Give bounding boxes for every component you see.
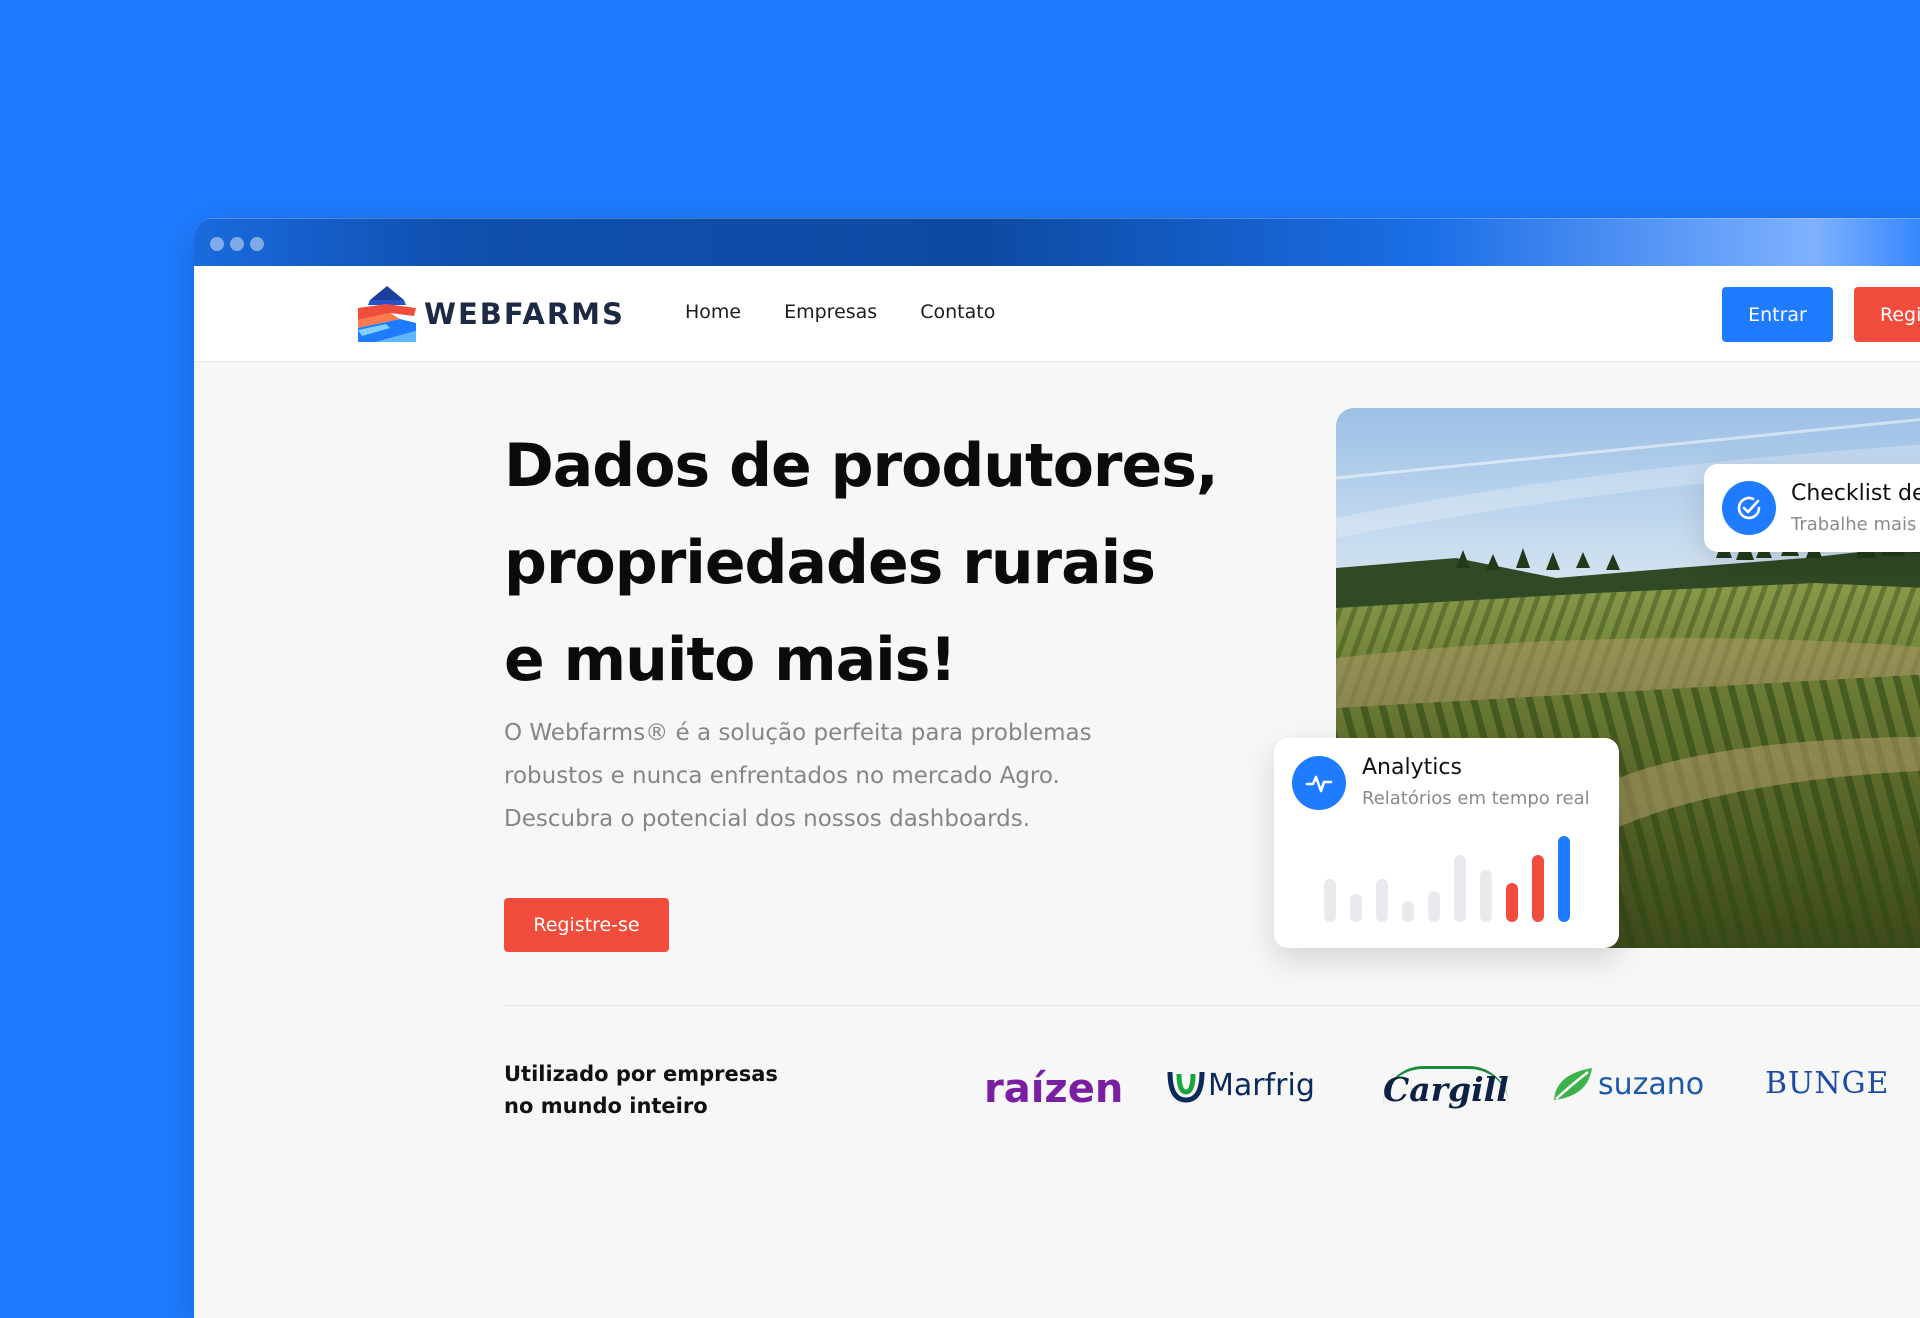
brand-bunge-logo: BUNGE (1765, 1066, 1889, 1101)
register-button[interactable]: Regi (1854, 287, 1920, 342)
hero-title-line: propriedades rurais (504, 528, 1156, 598)
analytics-bar-chart (1324, 836, 1570, 922)
analytics-bar (1480, 870, 1492, 922)
nav-link-home[interactable]: Home (685, 301, 741, 323)
hero-description-line: Descubra o potencial dos nossos dashboar… (504, 806, 1031, 832)
analytics-bar (1324, 879, 1336, 922)
nav-link-contato[interactable]: Contato (920, 301, 995, 323)
check-circle-icon (1722, 481, 1776, 535)
suzano-leaf-icon (1554, 1068, 1592, 1100)
section-divider (504, 1005, 1920, 1006)
brand-marfrig-text: Marfrig (1208, 1067, 1315, 1103)
logo[interactable]: WEBFARMS (356, 286, 625, 342)
brand-bunge-text: BUNGE (1765, 1066, 1890, 1101)
window-controls (210, 237, 264, 251)
nav-links: Home Empresas Contato (685, 301, 995, 323)
analytics-bar (1350, 894, 1362, 922)
window-dot-icon[interactable] (250, 237, 264, 251)
hero-title-line: Dados de produtores, (504, 431, 1219, 501)
brand-raizen-text: raízen (984, 1066, 1124, 1112)
hero-title: Dados de produtores, propriedades rurais… (504, 418, 1304, 709)
checklist-card-subtitle: Trabalhe mais (1791, 514, 1917, 535)
hero-description-line: O Webfarms® é a solução perfeita para pr… (504, 720, 1092, 746)
analytics-bar (1532, 855, 1544, 922)
activity-icon (1292, 756, 1346, 810)
checklist-card: Checklist de Trabalhe mais (1704, 464, 1920, 552)
hero-register-button[interactable]: Registre-se (504, 898, 669, 952)
companies-label-line: no mundo inteiro (504, 1094, 708, 1118)
brand-cargill-logo: Cargill (1383, 1066, 1509, 1109)
login-button[interactable]: Entrar (1722, 287, 1833, 342)
logo-text: WEBFARMS (424, 297, 625, 331)
analytics-bar (1402, 901, 1414, 922)
brand-suzano-logo: suzano (1552, 1066, 1704, 1102)
companies-label-line: Utilizado por empresas (504, 1062, 778, 1086)
navbar: WEBFARMS Home Empresas Contato Entrar Re… (194, 266, 1920, 362)
brand-cargill-text: Cargill (1383, 1066, 1509, 1109)
analytics-card-subtitle: Relatórios em tempo real (1362, 788, 1590, 809)
analytics-bar (1454, 855, 1466, 922)
analytics-bar (1428, 891, 1440, 922)
checklist-card-title: Checklist de (1791, 481, 1920, 506)
browser-window: WEBFARMS Home Empresas Contato Entrar Re… (194, 218, 1920, 1318)
nav-link-empresas[interactable]: Empresas (784, 301, 877, 323)
marfrig-mark-icon (1167, 1071, 1205, 1103)
analytics-bar (1376, 879, 1388, 922)
analytics-bar (1506, 883, 1518, 922)
analytics-card-title: Analytics (1362, 755, 1462, 780)
brand-raizen-logo: raízen (984, 1066, 1123, 1112)
window-dot-icon[interactable] (210, 237, 224, 251)
hero-title-line: e muito mais! (504, 625, 957, 695)
hero-description: O Webfarms® é a solução perfeita para pr… (504, 712, 1154, 841)
barn-logo-icon (358, 286, 416, 342)
companies-label: Utilizado por empresas no mundo inteiro (504, 1058, 824, 1122)
brand-marfrig-logo: Marfrig (1166, 1066, 1315, 1104)
brand-suzano-text: suzano (1598, 1066, 1705, 1102)
window-dot-icon[interactable] (230, 237, 244, 251)
analytics-bar (1558, 836, 1570, 922)
analytics-card: Analytics Relatórios em tempo real (1274, 738, 1619, 948)
hero-description-line: robustos e nunca enfrentados no mercado … (504, 763, 1060, 789)
browser-titlebar (194, 218, 1920, 266)
